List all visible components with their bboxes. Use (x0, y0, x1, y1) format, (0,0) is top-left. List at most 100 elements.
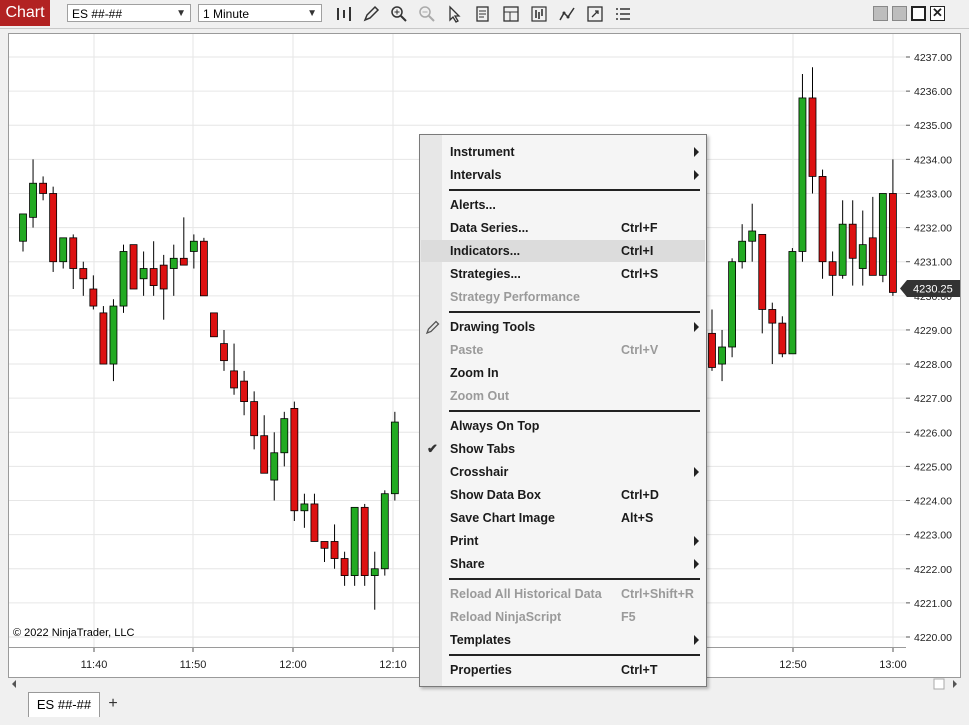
menu-item-shortcut: Ctrl+Shift+R (621, 587, 694, 601)
copyright-label: © 2022 NinjaTrader, LLC (13, 627, 135, 639)
menu-item-label: Paste (450, 343, 484, 357)
candle-body (99, 312, 108, 365)
menu-item-zoom-in[interactable]: Zoom In (421, 362, 705, 384)
menu-item-label: Share (450, 557, 485, 571)
menu-item-label: Always On Top (450, 419, 540, 433)
menu-item-paste: Paste Ctrl+V (421, 339, 705, 361)
restore-disabled-button (892, 6, 907, 21)
price-tick-label: 4232.00 (914, 223, 952, 235)
menu-item-always-on-top[interactable]: Always On Top (421, 415, 705, 437)
menu-item-intervals[interactable]: Intervals (421, 164, 705, 186)
menu-item-share[interactable]: Share (421, 553, 705, 575)
scroll-thumb[interactable] (933, 678, 945, 690)
menu-item-label: Reload All Historical Data (450, 587, 602, 601)
menu-item-drawing-tools[interactable]: Drawing Tools (421, 316, 705, 338)
menu-item-label: Crosshair (450, 465, 509, 479)
checkmark-icon: ✔ (427, 441, 438, 456)
menu-item-shortcut: Ctrl+T (621, 663, 658, 677)
price-tick-label: 4236.00 (914, 86, 952, 98)
add-tab-button[interactable]: + (100, 692, 126, 716)
chart-style-icon[interactable] (530, 5, 548, 23)
candle-body (330, 541, 339, 559)
menu-item-label: Strategies... (450, 267, 521, 281)
candle-body (129, 244, 138, 290)
menu-item-show-data-box[interactable]: Show Data Box Ctrl+D (421, 484, 705, 506)
submenu-arrow-icon (694, 559, 699, 569)
menu-item-properties[interactable]: Properties Ctrl+T (421, 659, 705, 681)
candle-body (19, 213, 27, 242)
candle-body (758, 234, 767, 310)
maximize-button[interactable] (911, 6, 926, 21)
tab-instrument[interactable]: ES ##-## (28, 692, 100, 717)
menu-item-shortcut: Ctrl+V (621, 343, 659, 357)
bar-type-icon[interactable] (335, 5, 353, 23)
menu-icon[interactable] (614, 5, 632, 23)
candle-body (838, 223, 847, 276)
price-tick-label: 4227.00 (914, 393, 952, 405)
indicators-icon[interactable] (558, 5, 576, 23)
chart-panels-icon[interactable] (502, 5, 520, 23)
price-tick-label: 4223.00 (914, 530, 952, 542)
time-tick-label: 11:50 (180, 659, 207, 671)
menu-item-label: Zoom In (450, 366, 499, 380)
candle-body (708, 332, 716, 368)
menu-item-label: Save Chart Image (450, 511, 555, 525)
properties-icon[interactable] (586, 5, 604, 23)
menu-item-label: Properties (450, 663, 512, 677)
menu-item-shortcut: Ctrl+S (621, 267, 659, 281)
price-tick-label: 4221.00 (914, 598, 952, 610)
instrument-selector[interactable]: ES ##-## ▼ (67, 4, 191, 22)
menu-item-crosshair[interactable]: Crosshair (421, 461, 705, 483)
candle-body (240, 380, 249, 402)
scroll-left-icon[interactable] (12, 680, 16, 688)
candle-body (139, 268, 148, 280)
menu-separator (449, 654, 700, 656)
instrument-value: ES ##-## (72, 7, 123, 21)
submenu-arrow-icon (694, 635, 699, 645)
menu-item-save-chart-image[interactable]: Save Chart Image Alt+S (421, 507, 705, 529)
menu-item-strategies[interactable]: Strategies... Ctrl+S (421, 263, 705, 285)
interval-selector[interactable]: 1 Minute ▼ (198, 4, 322, 22)
candle-body (768, 309, 777, 324)
data-box-icon[interactable] (474, 5, 492, 23)
time-tick-label: 12:50 (779, 659, 807, 671)
candle-body (788, 251, 797, 355)
candle-body (179, 257, 188, 266)
menu-item-alerts[interactable]: Alerts... (421, 194, 705, 216)
price-axis-svg: 4237.00 4236.00 4235.00 4234.00 4233.00 4232.… (906, 52, 952, 644)
zoom-out-icon[interactable] (418, 5, 436, 23)
submenu-arrow-icon (694, 467, 699, 477)
candle-body (728, 261, 736, 348)
candle-body (748, 230, 757, 242)
candle-body (320, 541, 329, 549)
menu-item-shortcut: F5 (621, 610, 636, 624)
pencil-icon[interactable] (362, 5, 380, 23)
price-axis[interactable]: 4237.00 4236.00 4235.00 4234.00 4233.00 4232.… (906, 33, 961, 648)
pointer-icon[interactable] (446, 5, 464, 23)
candle-body (69, 237, 78, 269)
candle-body (230, 370, 238, 389)
candle-body (818, 176, 827, 263)
candle-body (360, 506, 369, 576)
menu-separator (449, 311, 700, 313)
menu-item-shortcut: Ctrl+I (621, 244, 654, 258)
menu-item-print[interactable]: Print (421, 530, 705, 552)
close-button[interactable]: ✕ (930, 6, 945, 21)
zoom-in-icon[interactable] (390, 5, 408, 23)
candle-body (738, 240, 747, 263)
menu-item-show-tabs[interactable]: Show Tabs ✔ (421, 438, 705, 460)
menu-item-label: Instrument (450, 145, 515, 159)
chart-toolbar: Chart ES ##-## ▼ 1 Minute ▼ ✕ (0, 0, 969, 29)
submenu-arrow-icon (694, 322, 699, 332)
menu-item-indicators[interactable]: Indicators... Ctrl+I (421, 240, 705, 262)
price-tick-label: 4234.00 (914, 154, 952, 166)
scroll-right-icon[interactable] (953, 680, 957, 688)
candle-body (370, 568, 379, 576)
candle-body (290, 408, 299, 512)
menu-item-data-series[interactable]: Data Series... Ctrl+F (421, 217, 705, 239)
candle-body (798, 97, 807, 252)
menu-item-label: Templates (450, 633, 511, 647)
menu-item-instrument[interactable]: Instrument (421, 141, 705, 163)
menu-item-templates[interactable]: Templates (421, 629, 705, 651)
price-tick-label: 4233.00 (914, 188, 952, 200)
